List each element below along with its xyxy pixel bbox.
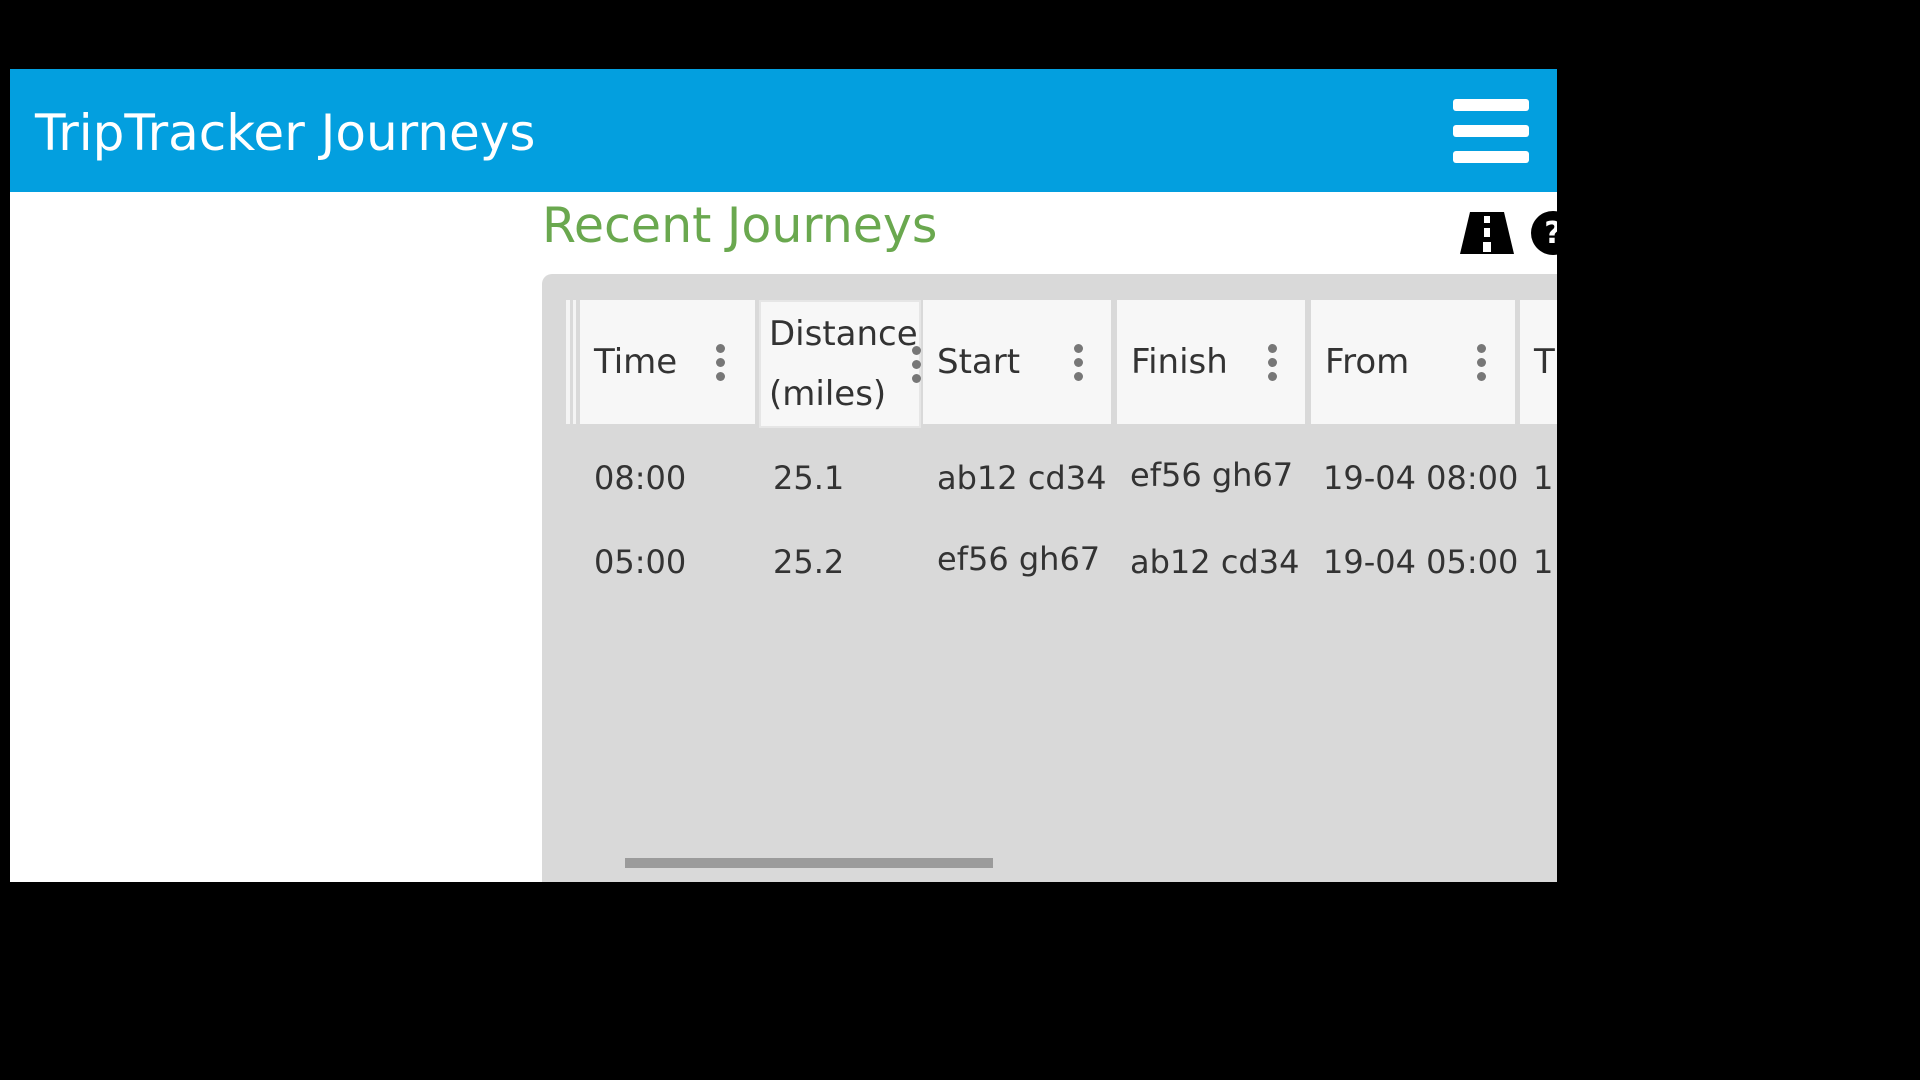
- column-menu-icon[interactable]: [1476, 344, 1486, 382]
- column-menu-icon[interactable]: [715, 344, 725, 382]
- cell-finish: ab12 cd34: [1130, 543, 1300, 581]
- road-icon[interactable]: [1460, 212, 1514, 254]
- table-row[interactable]: 08:00 25.1 ab12 cd34 ef56 gh67 19-04 08:…: [542, 438, 1557, 518]
- cell-start: ab12 cd34: [937, 459, 1107, 497]
- column-header-from[interactable]: From: [1311, 300, 1515, 424]
- table-row[interactable]: 05:00 25.2 ef56 gh67 ab12 cd34 19-04 05:…: [542, 522, 1557, 602]
- cell-to: 1: [1533, 543, 1554, 581]
- column-header-distance[interactable]: Distance (miles): [759, 300, 921, 428]
- header-gutter: [566, 300, 570, 424]
- column-header-label: Finish: [1131, 342, 1228, 382]
- cell-start: ef56 gh67: [937, 540, 1101, 578]
- status-bar: [10, 12, 1557, 69]
- cell-time: 05:00: [594, 543, 687, 581]
- cell-time: 08:00: [594, 459, 687, 497]
- cell-from: 19-04 08:00: [1323, 459, 1519, 497]
- cell-distance: 25.1: [773, 459, 845, 497]
- column-header-label: From: [1325, 342, 1410, 382]
- header-gutter: [573, 300, 576, 424]
- app-title: TripTracker Journeys: [35, 104, 536, 162]
- journeys-grid: Time Distance (miles) Start Finish From: [542, 274, 1557, 882]
- column-header-start[interactable]: Start: [923, 300, 1111, 424]
- cell-from: 19-04 05:00: [1323, 543, 1519, 581]
- column-menu-icon[interactable]: [911, 346, 921, 384]
- column-header-to[interactable]: T: [1520, 300, 1557, 424]
- cell-finish: ef56 gh67: [1130, 456, 1294, 494]
- column-header-finish[interactable]: Finish: [1117, 300, 1305, 424]
- column-menu-icon[interactable]: [1073, 344, 1083, 382]
- column-header-label: Time: [594, 342, 678, 382]
- grid-header: Time Distance (miles) Start Finish From: [566, 300, 1557, 428]
- svg-text:?: ?: [1544, 216, 1557, 251]
- column-header-label: Distance (miles): [769, 314, 918, 414]
- help-circle-icon[interactable]: ?: [1530, 210, 1557, 256]
- app-bar: TripTracker Journeys: [10, 69, 1557, 192]
- hamburger-menu-icon[interactable]: [1453, 99, 1531, 163]
- column-header-label: Start: [937, 342, 1021, 382]
- section-title: Recent Journeys: [542, 197, 938, 254]
- column-menu-icon[interactable]: [1267, 344, 1277, 382]
- column-header-label: T: [1534, 342, 1555, 382]
- horizontal-scrollbar[interactable]: [625, 858, 993, 868]
- screen: TripTracker Journeys Recent Journeys ? T…: [10, 12, 1557, 882]
- cell-to: 1: [1533, 459, 1554, 497]
- cell-distance: 25.2: [773, 543, 845, 581]
- column-header-time[interactable]: Time: [580, 300, 755, 424]
